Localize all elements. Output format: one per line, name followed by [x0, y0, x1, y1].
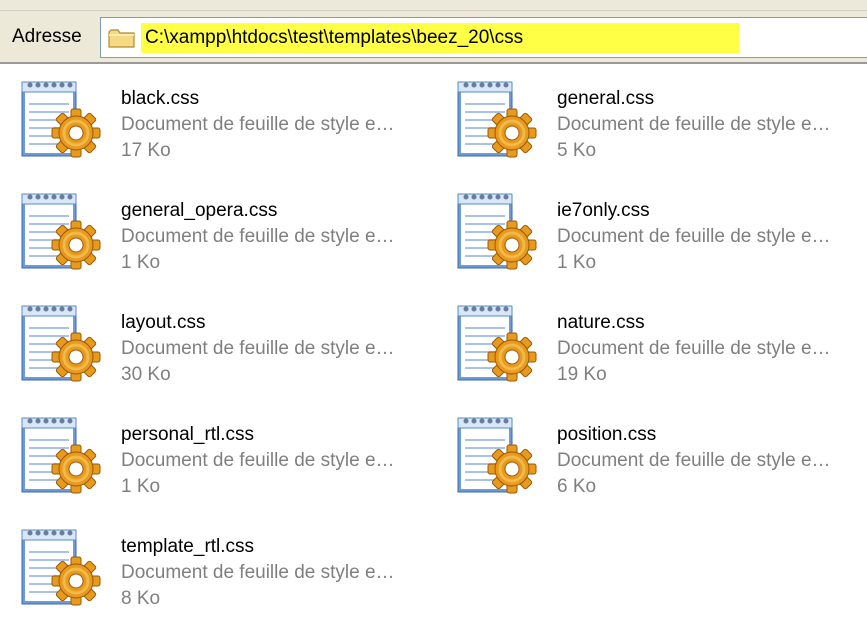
file-size: 30 Ko [121, 364, 171, 385]
file-type: Document de feuille de style e… [121, 226, 395, 247]
css-document-icon [18, 414, 106, 506]
file-name: general.css [557, 88, 655, 109]
file-size: 8 Ko [121, 588, 161, 609]
address-label: Adresse [12, 26, 82, 47]
file-size: 19 Ko [557, 364, 607, 385]
css-document-icon [454, 414, 542, 506]
css-document-icon [18, 302, 106, 394]
file-item[interactable]: nature.css Document de feuille de style … [436, 288, 866, 388]
file-item[interactable]: black.css Document de feuille de style e… [0, 64, 430, 164]
file-name: nature.css [557, 312, 645, 333]
file-item[interactable]: ie7only.css Document de feuille de style… [436, 176, 866, 276]
file-size: 1 Ko [121, 476, 161, 497]
file-name: layout.css [121, 312, 206, 333]
file-size: 1 Ko [557, 252, 597, 273]
file-item[interactable]: position.css Document de feuille de styl… [436, 400, 866, 500]
file-type: Document de feuille de style e… [121, 338, 395, 359]
file-size: 6 Ko [557, 476, 597, 497]
file-item[interactable]: personal_rtl.css Document de feuille de … [0, 400, 430, 500]
file-item[interactable]: layout.css Document de feuille de style … [0, 288, 430, 388]
file-item[interactable]: general_opera.css Document de feuille de… [0, 176, 430, 276]
toolbar-separator [0, 0, 867, 11]
address-toolbar: Adresse C:\xampp\htdocs\test\templates\b… [0, 0, 867, 64]
file-type: Document de feuille de style e… [121, 450, 395, 471]
file-name: ie7only.css [557, 200, 650, 221]
file-name: position.css [557, 424, 657, 445]
file-size: 1 Ko [121, 252, 161, 273]
file-list: black.css Document de feuille de style e… [0, 64, 867, 619]
file-type: Document de feuille de style e… [121, 114, 395, 135]
file-type: Document de feuille de style e… [557, 450, 831, 471]
file-name: personal_rtl.css [121, 424, 255, 445]
css-document-icon [18, 190, 106, 282]
file-name: template_rtl.css [121, 536, 255, 557]
address-path[interactable]: C:\xampp\htdocs\test\templates\beez_20\c… [141, 23, 739, 53]
file-type: Document de feuille de style e… [121, 562, 395, 583]
css-document-icon [454, 78, 542, 170]
file-type: Document de feuille de style e… [557, 114, 831, 135]
file-type: Document de feuille de style e… [557, 226, 831, 247]
folder-icon [107, 26, 137, 50]
file-type: Document de feuille de style e… [557, 338, 831, 359]
css-document-icon [454, 302, 542, 394]
css-document-icon [18, 78, 106, 170]
file-item[interactable]: general.css Document de feuille de style… [436, 64, 866, 164]
file-name: general_opera.css [121, 200, 278, 221]
css-document-icon [454, 190, 542, 282]
file-item[interactable]: template_rtl.css Document de feuille de … [0, 512, 430, 612]
file-size: 5 Ko [557, 140, 597, 161]
css-document-icon [18, 526, 106, 618]
address-field[interactable]: C:\xampp\htdocs\test\templates\beez_20\c… [100, 17, 867, 58]
file-name: black.css [121, 88, 200, 109]
file-size: 17 Ko [121, 140, 171, 161]
